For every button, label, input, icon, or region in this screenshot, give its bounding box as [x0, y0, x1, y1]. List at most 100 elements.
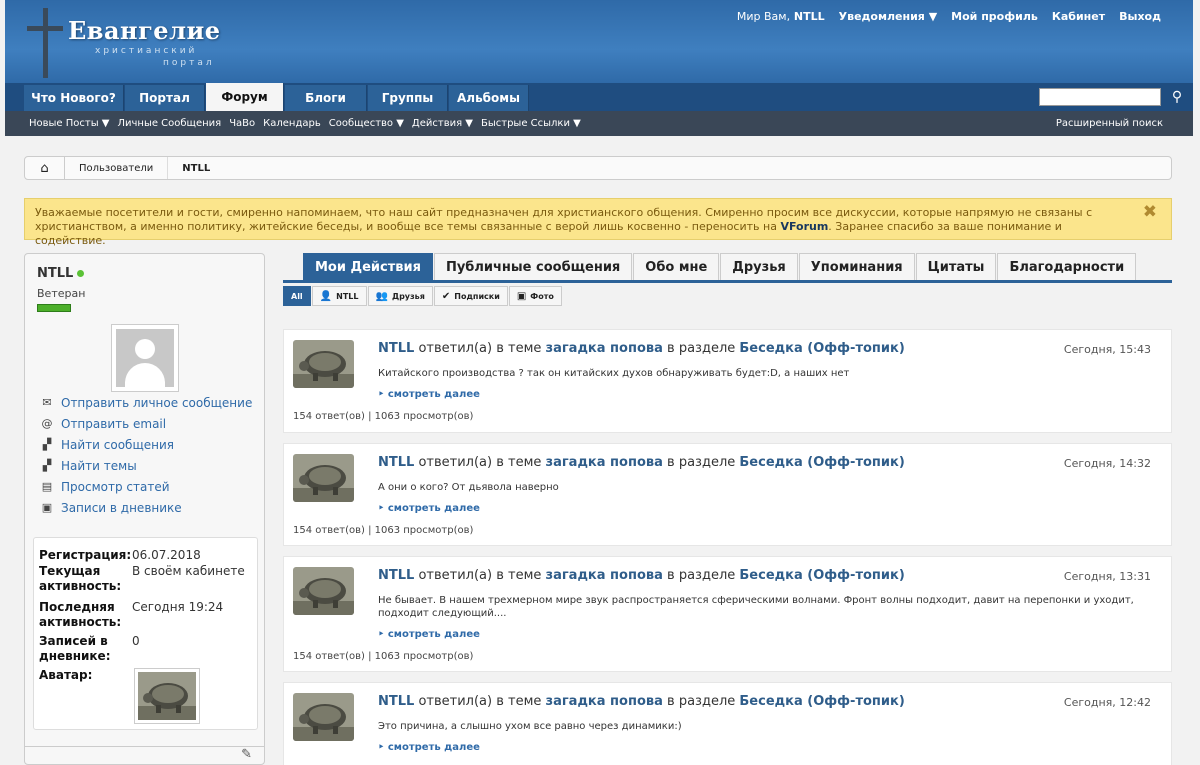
diary-entries-link[interactable]: ▣ Записи в дневнике — [39, 497, 252, 518]
tab-groups[interactable]: Группы — [368, 85, 448, 111]
activity-item: NTLL ответил(а) в теме загадка попова в … — [283, 682, 1172, 765]
reputation-bar — [37, 304, 71, 312]
main-nav-tabs: Что Нового? Портал Форум Блоги Группы Ал… — [5, 83, 1193, 111]
activity-excerpt: Китайского производства ? так он китайск… — [378, 368, 850, 379]
envelope-icon: ✉ — [42, 396, 52, 409]
logout-link[interactable]: Выход — [1119, 10, 1161, 23]
filter-self[interactable]: 👤 NTLL — [311, 286, 367, 306]
tab-forum[interactable]: Форум — [206, 83, 284, 111]
activity-avatar[interactable] — [293, 454, 354, 502]
my-profile-link[interactable]: Мой профиль — [951, 10, 1038, 23]
photo-icon: ▣ — [516, 290, 527, 302]
profile-tabs: Мои Действия Публичные сообщения Обо мне… — [303, 253, 1137, 280]
subnav-community[interactable]: Сообщество ▼ — [329, 118, 404, 129]
tab-blogs[interactable]: Блоги — [285, 85, 367, 111]
activity-user-link[interactable]: NTLL — [378, 568, 414, 583]
welcome-text: Мир Вам, NTLL — [736, 10, 825, 23]
filter-friends[interactable]: 👥 Друзья — [367, 286, 433, 306]
activity-forum-link[interactable]: Беседка (Офф-топик) — [739, 341, 904, 356]
cabinet-link[interactable]: Кабинет — [1052, 10, 1105, 23]
activity-forum-link[interactable]: Беседка (Офф-топик) — [739, 694, 904, 709]
search-input[interactable] — [1039, 88, 1161, 106]
filter-photos[interactable]: ▣ Фото — [508, 286, 562, 306]
subnav-quick-links[interactable]: Быстрые Ссылки ▼ — [481, 118, 581, 129]
read-more-link[interactable]: ‣ смотреть далее — [378, 503, 480, 514]
activity-user-link[interactable]: NTLL — [378, 455, 414, 470]
activity-stats: 154 ответ(ов) | 1063 просмотр(ов) — [293, 651, 474, 662]
tab-whats-new[interactable]: Что Нового? — [24, 85, 124, 111]
logo-subtitle: христианский — [95, 46, 198, 56]
logo-title: Евангелие — [68, 16, 221, 45]
filter-subscriptions[interactable]: ✔ Подписки — [433, 286, 508, 306]
sidebar-footer: ✎ — [25, 746, 264, 764]
cross-icon-bar — [27, 26, 63, 31]
tab-thanks[interactable]: Благодарности — [997, 253, 1137, 280]
activity-avatar[interactable] — [293, 693, 354, 741]
tab-public-messages[interactable]: Публичные сообщения — [433, 253, 633, 280]
tab-about-me[interactable]: Обо мне — [633, 253, 720, 280]
home-icon[interactable]: ⌂ — [25, 157, 65, 179]
subnav-private-messages[interactable]: Личные Сообщения — [117, 118, 221, 129]
close-icon[interactable]: ✖ — [1143, 204, 1157, 221]
send-email-link[interactable]: @ Отправить email — [39, 413, 252, 434]
activity-topic-link[interactable]: загадка попова — [546, 568, 663, 583]
breadcrumb-users[interactable]: Пользователи — [65, 157, 169, 179]
advanced-search-link[interactable]: Расширенный поиск — [1056, 118, 1163, 129]
users-icon: 👥 — [375, 290, 388, 302]
read-more-link[interactable]: ‣ смотреть далее — [378, 389, 480, 400]
notifications-link[interactable]: Уведомления ▼ — [839, 10, 938, 23]
tab-friends[interactable]: Друзья — [720, 253, 798, 280]
tab-albums[interactable]: Альбомы — [449, 85, 529, 111]
activity-user-link[interactable]: NTLL — [378, 694, 414, 709]
check-icon: ✔ — [441, 290, 451, 302]
subnav-new-posts[interactable]: Новые Посты ▼ — [29, 118, 109, 129]
read-more-link[interactable]: ‣ смотреть далее — [378, 629, 480, 640]
activity-avatar[interactable] — [293, 567, 354, 615]
activity-item: NTLL ответил(а) в теме загадка попова в … — [283, 329, 1172, 433]
profile-sidebar: NTLL Ветеран ✉ Отправить личное сообщение… — [24, 253, 265, 765]
site-header: Евангелие христианский портал Мир Вам, N… — [5, 0, 1193, 136]
find-threads-link[interactable]: ▞ Найти темы — [39, 455, 252, 476]
article-icon: ▤ — [41, 480, 53, 493]
pencil-icon[interactable]: ✎ — [241, 747, 252, 762]
activity-excerpt: Не бывает. В нашем трехмерном мире звук … — [378, 595, 1134, 619]
activity-excerpt: А они о кого? От дьявола наверно — [378, 482, 559, 493]
notice-vforum-link[interactable]: VForum — [780, 220, 828, 233]
subnav-calendar[interactable]: Календарь — [263, 118, 321, 129]
search-icon[interactable]: ⚲ — [1167, 87, 1187, 107]
activity-stats: 154 ответ(ов) | 1063 просмотр(ов) — [293, 411, 474, 422]
activity-time: Сегодня, 14:32 — [1063, 457, 1151, 470]
posts-icon: ▞ — [42, 438, 52, 451]
activity-filters: All 👤 NTLL 👥 Друзья ✔ Подписки ▣ Фото — [283, 286, 563, 306]
threads-icon: ▞ — [42, 459, 52, 472]
send-pm-link[interactable]: ✉ Отправить личное сообщение — [39, 392, 252, 413]
tab-my-actions[interactable]: Мои Действия — [303, 253, 433, 280]
header-banner: Евангелие христианский портал Мир Вам, N… — [5, 0, 1193, 83]
profile-actions: ✉ Отправить личное сообщение @ Отправить e… — [39, 392, 253, 518]
activity-topic-link[interactable]: загадка попова — [546, 455, 663, 470]
tab-mentions[interactable]: Упоминания — [798, 253, 915, 280]
subnav-faq[interactable]: ЧаВо — [229, 118, 255, 129]
user-avatar-image — [134, 668, 200, 724]
activity-item: NTLL ответил(а) в теме загадка попова в … — [283, 443, 1172, 546]
filter-all[interactable]: All — [283, 286, 311, 306]
activity-topic-link[interactable]: загадка попова — [546, 694, 663, 709]
tab-quotes[interactable]: Цитаты — [915, 253, 997, 280]
activity-topic-link[interactable]: загадка попова — [546, 341, 663, 356]
activity-forum-link[interactable]: Беседка (Офф-топик) — [739, 568, 904, 583]
top-links: Мир Вам, NTLL Уведомления ▼ Мой профиль … — [737, 10, 1161, 23]
activity-forum-link[interactable]: Беседка (Офф-топик) — [739, 455, 904, 470]
view-articles-link[interactable]: ▤ Просмотр статей — [39, 476, 252, 497]
activity-user-link[interactable]: NTLL — [378, 341, 414, 356]
tab-portal[interactable]: Портал — [125, 85, 205, 111]
activity-headline: NTLL ответил(а) в теме загадка попова в … — [378, 568, 905, 583]
activity-avatar[interactable] — [293, 340, 354, 388]
site-notice: Уважаемые посетители и гости, смиренно н… — [24, 198, 1172, 247]
find-posts-link[interactable]: ▞ Найти сообщения — [39, 434, 252, 455]
read-more-link[interactable]: ‣ смотреть далее — [378, 742, 480, 753]
site-logo[interactable]: Евангелие христианский портал — [13, 8, 223, 78]
welcome-username[interactable]: NTLL — [794, 10, 825, 23]
activity-time: Сегодня, 15:43 — [1063, 343, 1151, 356]
tortoise-icon — [293, 454, 354, 502]
subnav-actions[interactable]: Действия ▼ — [412, 118, 473, 129]
